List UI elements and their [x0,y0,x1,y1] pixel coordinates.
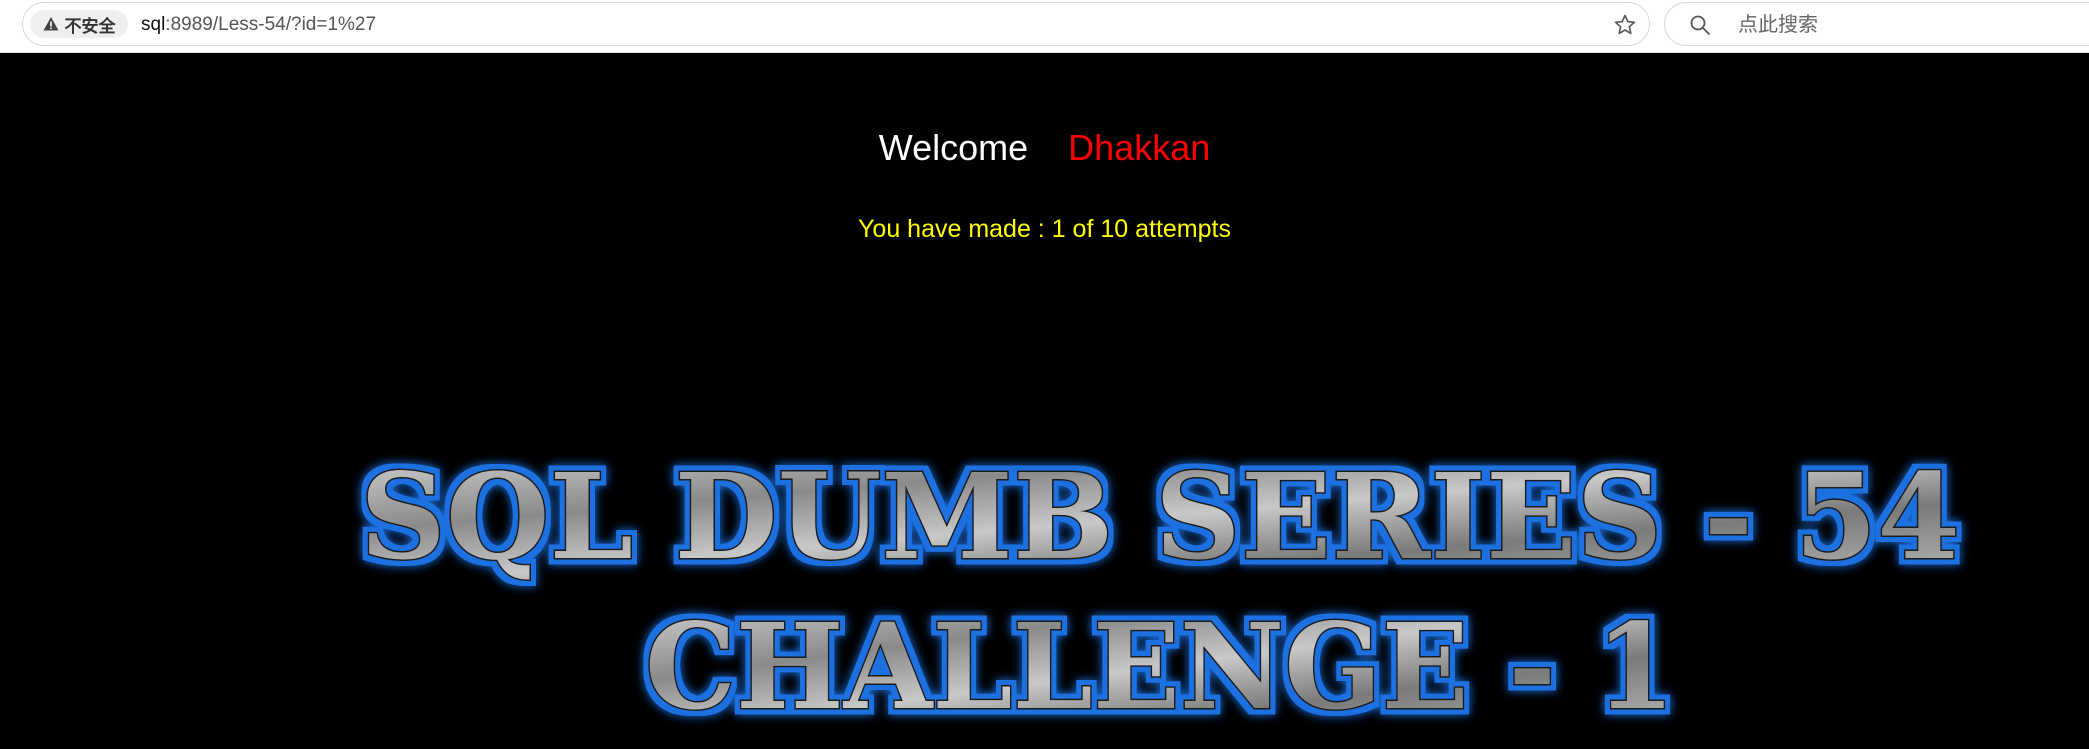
security-label: 不安全 [64,16,116,36]
security-indicator[interactable]: 不安全 [30,10,128,38]
address-bar[interactable]: 不安全 sql:8989/Less-54/?id=1%27 [22,2,1650,46]
challenge-banner-image: SQL DUMB SERIES - 54 CHALLENGE - 1 [340,423,1980,738]
search-placeholder: 点此搜索 [1738,14,1818,36]
search-icon [1690,15,1710,35]
banner-line-2: CHALLENGE - 1 [645,597,1675,736]
attempts-counter: You have made : 1 of 10 attempts [858,215,1231,243]
welcome-line: Welcome Dhakkan [0,127,2089,169]
browser-toolbar: 不安全 sql:8989/Less-54/?id=1%27 点此搜索 [0,0,2089,53]
url-path: :8989/Less-54/?id=1%27 [165,14,377,35]
banner-line-1: SQL DUMB SERIES - 54 [360,447,1960,586]
bookmark-star-icon[interactable] [1613,13,1637,37]
warning-icon [43,17,58,31]
url-host: sql [141,14,166,35]
search-box[interactable]: 点此搜索 [1664,2,2089,46]
page-content: Welcome Dhakkan You have made : 1 of 10 … [0,53,2089,749]
url-text[interactable]: sql:8989/Less-54/?id=1%27 [141,3,376,47]
user-name: Dhakkan [1068,127,1211,168]
welcome-label: Welcome [878,127,1029,168]
